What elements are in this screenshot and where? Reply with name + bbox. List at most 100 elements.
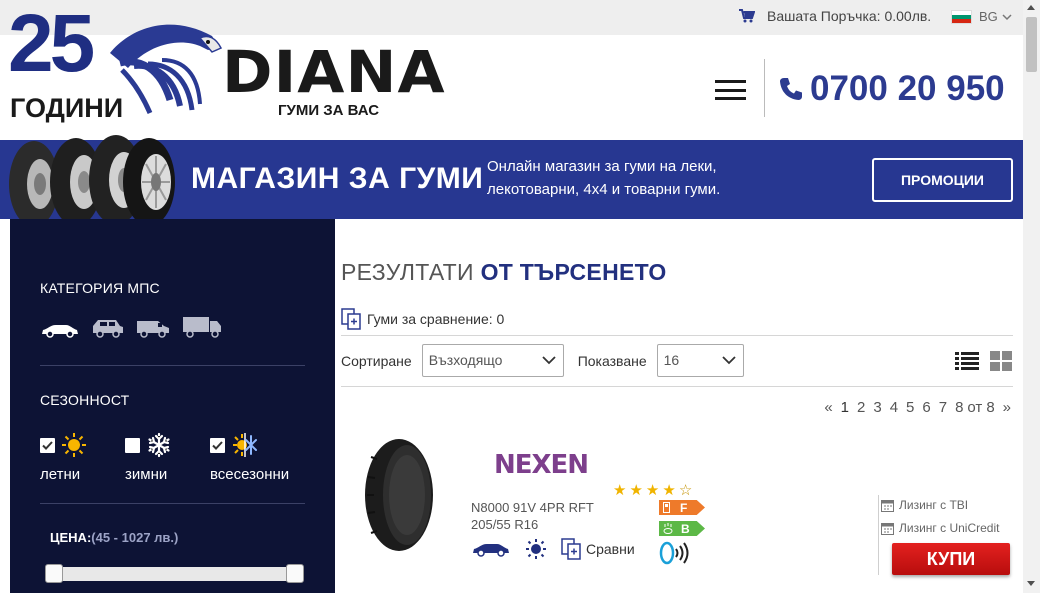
sort-toolbar: Сортиране Възходящо Показване 16 — [341, 344, 1013, 377]
results-title-light: РЕЗУЛТАТИ — [341, 259, 474, 285]
checkmark-icon — [212, 440, 223, 450]
season-option-winter[interactable]: зимни — [125, 432, 172, 483]
compare-icon — [561, 538, 581, 560]
product-features: Сравни — [471, 538, 635, 560]
truck-icon[interactable] — [182, 316, 222, 338]
pager-page-2[interactable]: 2 — [857, 399, 865, 416]
tires-image — [9, 135, 175, 227]
pager-of-label: от — [967, 399, 983, 416]
chevron-down-icon — [721, 356, 736, 365]
fuel-pump-icon — [663, 502, 670, 513]
compare-label: Сравни — [586, 541, 635, 557]
per-page-select[interactable]: 16 — [656, 344, 744, 377]
fuel-efficiency-label: F — [659, 500, 705, 515]
lease-unicredit-link[interactable]: Лизинг с UniCredit — [881, 521, 999, 535]
banner-desc-line-2: лекотоварни, 4x4 и товарни гуми. — [487, 181, 721, 198]
price-label-text: ЦЕНА: — [50, 530, 92, 545]
price-range-slider[interactable] — [45, 564, 304, 583]
all-season-label: всесезонни — [210, 466, 290, 483]
scroll-up-arrow-icon[interactable] — [1027, 5, 1035, 10]
vehicle-category-list — [40, 316, 222, 338]
phone-number-link[interactable]: 0700 20 950 — [778, 69, 1005, 109]
product-name[interactable]: N8000 91V 4PR RFT 205/55 R16 — [471, 499, 594, 533]
pager-first[interactable]: « — [824, 399, 832, 416]
compare-tires-link[interactable]: Гуми за сравнение: 0 — [341, 308, 504, 330]
pager-page-6[interactable]: 6 — [922, 399, 930, 416]
snowflake-icon — [148, 432, 170, 458]
banner-title: МАГАЗИН ЗА ГУМИ — [191, 162, 484, 195]
language-selector[interactable]: BG — [951, 9, 1012, 24]
price-max-handle[interactable] — [286, 564, 304, 583]
banner-desc-line-1: Онлайн магазин за гуми на леки, — [487, 158, 717, 175]
pager-total: 8 — [986, 399, 995, 416]
buy-button[interactable]: КУПИ — [892, 543, 1010, 575]
promotions-button[interactable]: ПРОМОЦИИ — [872, 158, 1013, 202]
sidebar-divider — [40, 365, 305, 366]
cart-label: Вашата Поръчка: 0.00лв. — [767, 8, 932, 24]
page-scrollbar[interactable] — [1023, 0, 1040, 593]
cart-summary[interactable]: Вашата Поръчка: 0.00лв. — [739, 8, 931, 24]
compare-count-label: Гуми за сравнение: 0 — [367, 311, 505, 327]
wet-grip-label: B — [659, 521, 705, 536]
hamburger-menu-icon[interactable] — [715, 80, 746, 100]
logo-brand-name[interactable]: DIANA — [222, 43, 446, 101]
price-min-handle[interactable] — [45, 564, 63, 583]
sun-icon — [62, 433, 86, 457]
per-page-value: 16 — [663, 352, 680, 368]
van-icon[interactable] — [136, 318, 170, 338]
scroll-down-arrow-icon[interactable] — [1027, 581, 1035, 586]
eagle-logo-icon — [110, 24, 223, 114]
compare-icon — [341, 308, 361, 330]
toolbar-divider — [341, 386, 1013, 387]
results-title-bold: ОТ ТЪРСЕНЕТО — [480, 259, 667, 285]
pager-page-1[interactable]: 1 — [841, 399, 849, 416]
lease-unicredit-label: Лизинг с UniCredit — [899, 521, 1000, 535]
checkmark-icon — [42, 440, 53, 450]
product-model: N8000 91V 4PR RFT — [471, 500, 594, 515]
star-empty-icon: ☆ — [678, 482, 693, 499]
scroll-thumb[interactable] — [1026, 17, 1037, 72]
winter-checkbox[interactable] — [125, 437, 140, 453]
lease-tbi-link[interactable]: Лизинг с TBI — [881, 498, 968, 512]
pager-page-8[interactable]: 8 — [955, 399, 963, 416]
pager-last[interactable]: » — [1003, 399, 1011, 416]
car-icon — [473, 544, 509, 557]
star-filled-icon: ★ — [613, 482, 627, 499]
language-code: BG — [979, 9, 998, 24]
list-view-icon[interactable] — [955, 351, 979, 371]
car-icon[interactable] — [40, 322, 80, 338]
nexen-brand-logo: NEXEN — [494, 450, 589, 478]
chevron-down-icon — [542, 356, 556, 365]
phone-icon — [780, 78, 802, 100]
all-season-checkbox[interactable] — [210, 437, 225, 453]
view-toggle — [955, 351, 1013, 371]
star-filled-icon: ★ — [629, 482, 643, 499]
compare-product-button[interactable]: Сравни — [561, 538, 635, 560]
summer-label: летни — [40, 466, 81, 483]
sort-select[interactable]: Възходящо — [421, 344, 564, 377]
season-option-all-season[interactable]: всесезонни — [210, 432, 289, 483]
pager-page-4[interactable]: 4 — [890, 399, 898, 416]
suv-icon[interactable] — [92, 318, 124, 338]
shop-banner: МАГАЗИН ЗА ГУМИ Онлайн магазин за гуми н… — [0, 135, 1023, 227]
tire-product-image[interactable] — [363, 437, 435, 553]
summer-checkbox[interactable] — [40, 437, 55, 453]
show-label: Показване — [577, 352, 647, 369]
lease-divider — [878, 495, 879, 575]
sort-label: Сортиране — [341, 352, 412, 369]
svg-text:NEXEN: NEXEN — [494, 450, 588, 478]
logo-anniversary-number[interactable]: 25 — [8, 3, 95, 85]
pager-page-3[interactable]: 3 — [873, 399, 881, 416]
all-season-icon — [233, 433, 257, 457]
wet-grip-icon — [663, 523, 673, 534]
grid-view-icon[interactable] — [990, 351, 1013, 371]
bulgaria-flag-icon — [951, 9, 972, 24]
pager-page-5[interactable]: 5 — [906, 399, 914, 416]
sort-value: Възходящо — [428, 352, 503, 368]
shopping-cart-icon — [739, 9, 755, 23]
calendar-icon — [881, 522, 894, 535]
banner-description: Онлайн магазин за гуми на леки, лекотова… — [487, 155, 787, 201]
pager-page-7[interactable]: 7 — [939, 399, 947, 416]
wet-class: B — [681, 521, 690, 536]
season-option-summer[interactable]: летни — [40, 432, 87, 483]
